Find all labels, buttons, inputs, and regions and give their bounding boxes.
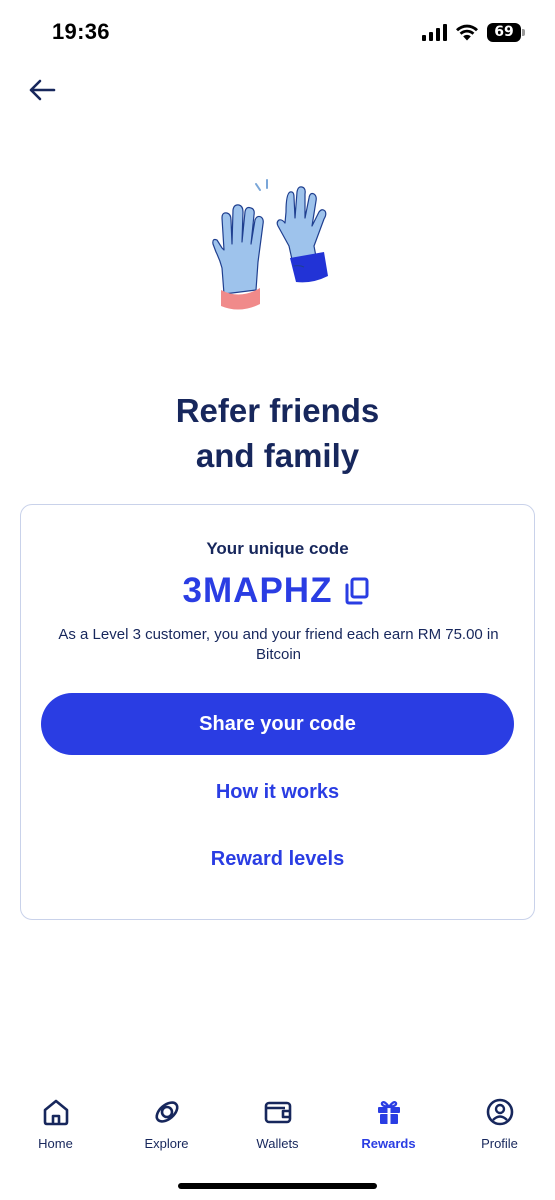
high-five-illustration bbox=[212, 179, 328, 310]
back-button[interactable] bbox=[22, 72, 62, 108]
copy-code-button[interactable] bbox=[342, 576, 372, 606]
reward-levels-link[interactable]: Reward levels bbox=[21, 848, 534, 871]
battery-level: 69 bbox=[494, 24, 514, 40]
page-title: Refer friends and family bbox=[0, 388, 555, 478]
nav-label-rewards: Rewards bbox=[361, 1136, 416, 1151]
bottom-nav: Home Explore Wallets Rewards Profile bbox=[0, 1096, 555, 1166]
nav-item-rewards[interactable]: Rewards bbox=[333, 1096, 444, 1166]
profile-icon bbox=[486, 1098, 513, 1126]
explore-icon bbox=[154, 1101, 179, 1123]
left-hand bbox=[212, 204, 264, 310]
page-title-line-2: and family bbox=[195, 437, 360, 474]
nav-label-explore: Explore bbox=[144, 1136, 189, 1151]
referral-code-card: Your unique code 3MAPHZ As a Level 3 cus… bbox=[20, 504, 535, 920]
status-icons: 69 bbox=[422, 20, 525, 44]
share-code-button[interactable]: Share your code bbox=[41, 693, 514, 755]
referral-code[interactable]: 3MAPHZ bbox=[183, 571, 333, 611]
nav-item-explore[interactable]: Explore bbox=[111, 1096, 222, 1166]
reward-description: As a Level 3 customer, you and your frie… bbox=[58, 626, 499, 663]
nav-label-profile: Profile bbox=[481, 1136, 518, 1151]
nav-label-home: Home bbox=[38, 1136, 73, 1151]
gift-icon bbox=[377, 1101, 400, 1124]
arrow-left-icon bbox=[29, 79, 56, 101]
battery-icon: 69 bbox=[487, 22, 525, 42]
home-indicator bbox=[178, 1183, 377, 1189]
nav-label-wallets: Wallets bbox=[256, 1136, 299, 1151]
code-label: Your unique code bbox=[206, 539, 349, 558]
right-hand bbox=[276, 186, 328, 283]
nav-item-wallets[interactable]: Wallets bbox=[222, 1096, 333, 1166]
copy-icon bbox=[345, 577, 369, 605]
status-time: 19:36 bbox=[52, 19, 110, 44]
how-it-works-link[interactable]: How it works bbox=[21, 781, 534, 804]
home-icon bbox=[43, 1099, 68, 1126]
wifi-icon bbox=[456, 24, 478, 41]
signal-icon bbox=[422, 23, 447, 41]
nav-item-home[interactable]: Home bbox=[0, 1096, 111, 1166]
nav-item-profile[interactable]: Profile bbox=[444, 1096, 555, 1166]
status-bar: 19:36 69 bbox=[0, 0, 555, 64]
code-row: 3MAPHZ bbox=[21, 571, 534, 611]
wallet-icon bbox=[264, 1101, 291, 1124]
page-title-line-1: Refer friends bbox=[175, 392, 380, 429]
